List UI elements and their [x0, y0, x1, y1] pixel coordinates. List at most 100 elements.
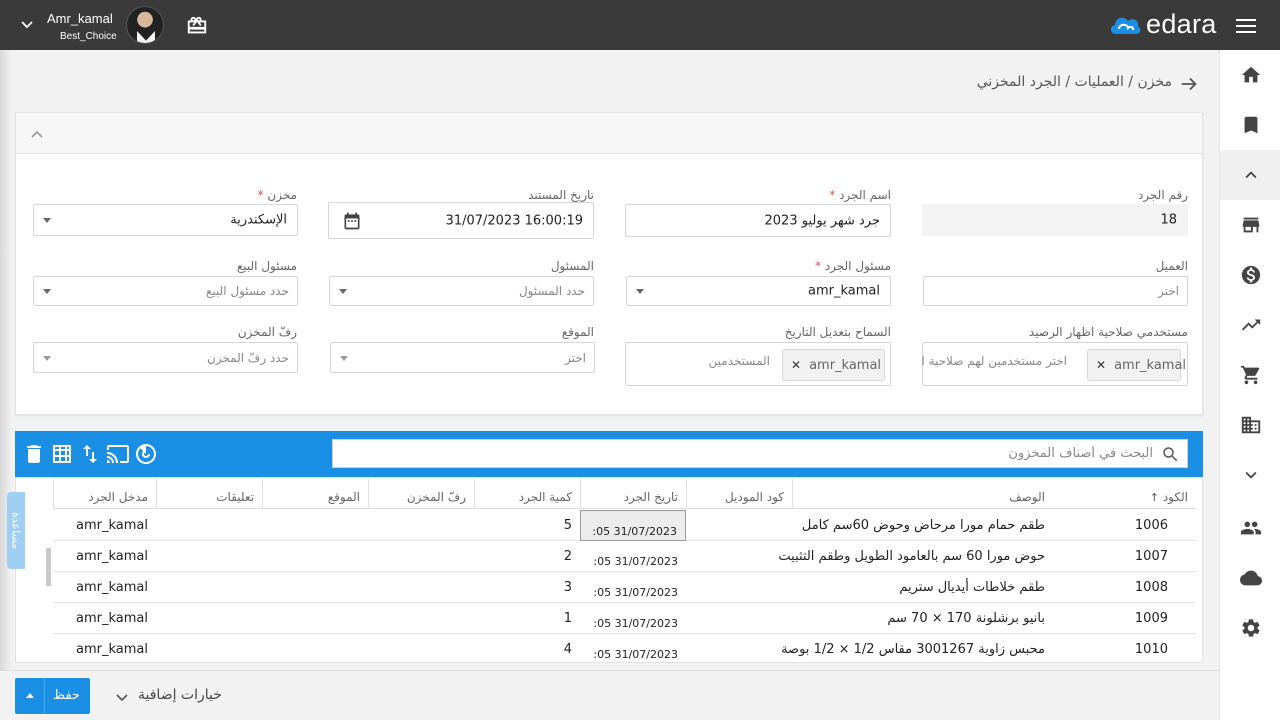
people-icon: [1240, 521, 1261, 535]
warehouse-select[interactable]: الإسكندرية: [33, 204, 298, 236]
help-tab[interactable]: مساعدة: [7, 492, 25, 569]
table-row[interactable]: 1010 محبس زاوية 3001267 مقاس 1/2 × 1/2 ب…: [53, 634, 1196, 662]
user-chip[interactable]: ✕ amr_kamal: [782, 349, 885, 381]
sidebar-scroll-down[interactable]: [1220, 450, 1280, 500]
remove-chip-icon[interactable]: ✕: [791, 358, 801, 372]
sidebar-item-company[interactable]: [1220, 400, 1280, 450]
remove-chip-icon[interactable]: ✕: [1096, 358, 1106, 372]
card-header: [16, 113, 1202, 154]
responsible-label: المسئول: [550, 259, 594, 273]
warehouse-label: مخزن *: [257, 188, 297, 202]
breadcrumb[interactable]: مخزن / العمليات / الجرد المخزني: [900, 74, 1172, 90]
trash-icon: [27, 445, 41, 463]
cart-icon: [1240, 365, 1259, 385]
table-row[interactable]: 1009 بانيو برشلونة 170 × 70 سم 31/07/202…: [53, 603, 1196, 634]
cloud-icon: [1239, 570, 1262, 586]
sidebar-item-settings[interactable]: [1220, 603, 1280, 653]
barcode-scan-button[interactable]: [134, 442, 158, 466]
table-row[interactable]: 1006 طقم حمام مورا مرحاض وحوض 60سم كامل …: [53, 510, 1196, 541]
responsible-select[interactable]: حدد المسئول: [329, 276, 594, 306]
sidebar-item-home[interactable]: [1220, 50, 1280, 100]
customer-select[interactable]: اختر: [923, 276, 1188, 306]
chevron-up-icon[interactable]: [30, 127, 44, 141]
save-dropdown-toggle[interactable]: [15, 678, 45, 714]
sidebar-item-users[interactable]: [1220, 503, 1280, 553]
count-manager-select[interactable]: amr_kamal: [626, 276, 891, 306]
chevron-down-icon[interactable]: [116, 691, 128, 703]
item-search-input[interactable]: [333, 440, 1159, 467]
left-edge-shadow: [0, 50, 12, 720]
sidebar-item-cloud[interactable]: [1220, 553, 1280, 603]
cast-button[interactable]: [106, 442, 130, 466]
sales-manager-label: مسئول البيع: [236, 259, 297, 273]
hamburger-menu-icon[interactable]: [1236, 18, 1256, 34]
table-grid-icon: [53, 445, 71, 463]
save-button[interactable]: حفظ: [15, 678, 90, 714]
col-header-qty[interactable]: كمية الجرد: [474, 478, 580, 509]
grid-scrollbar-handle[interactable]: [46, 548, 51, 586]
location-select[interactable]: اختر: [330, 342, 595, 373]
sidebar-item-reports[interactable]: [1220, 300, 1280, 350]
search-icon[interactable]: [1161, 445, 1179, 463]
chevron-down-icon: [1245, 471, 1256, 479]
arrow-right-icon[interactable]: [1178, 73, 1200, 95]
dropdown-caret-icon: [339, 289, 347, 294]
col-header-location[interactable]: الموقع: [262, 478, 368, 509]
col-header-model[interactable]: كود الموديل: [686, 478, 792, 509]
date-edit-label: السماح بتعديل التاريخ: [784, 325, 891, 339]
count-number-label: رقم الجرد: [1137, 188, 1188, 202]
count-name-input[interactable]: جرد شهر يوليو 2023: [625, 204, 891, 237]
date-edit-multiselect[interactable]: ✕ amr_kamal المستخدمين: [625, 342, 891, 386]
gear-icon: [1241, 619, 1260, 637]
sales-manager-select[interactable]: حدد مسئول البيع: [33, 276, 298, 306]
col-header-code[interactable]: الكود ↑: [1053, 478, 1196, 509]
sort-button[interactable]: [78, 442, 102, 466]
count-number-field: 18: [922, 204, 1188, 236]
balance-users-multiselect[interactable]: ✕ amr_kamal اختر مستخدمين لهم صلاحية ا: [921, 342, 1188, 386]
sort-asc-icon: ↑: [1149, 491, 1159, 504]
sidebar-item-store[interactable]: [1220, 200, 1280, 250]
grid-view-button[interactable]: [50, 442, 74, 466]
count-form-card: رقم الجرد اسم الجرد * تاريخ المستند مخزن…: [15, 112, 1203, 415]
top-bar: Amr_kamal Best_Choice edara: [0, 0, 1280, 50]
sidebar-item-sales[interactable]: [1220, 350, 1280, 400]
sidebar-item-bookmarks[interactable]: [1220, 100, 1280, 150]
user-chip[interactable]: ✕ amr_kamal: [1087, 349, 1186, 381]
balance-users-label: مستخدمي صلاحية اظهار الرصيد: [1028, 325, 1188, 339]
avatar[interactable]: [126, 6, 164, 44]
col-header-entered-by[interactable]: مدخل الجرد: [53, 478, 156, 509]
col-header-date[interactable]: تاريخ الجرد: [580, 478, 686, 509]
location-label: الموقع: [561, 325, 594, 339]
extra-options-button[interactable]: خيارات إضافية: [138, 687, 222, 703]
items-grid: الكود ↑ الوصف كود الموديل تاريخ الجرد كم…: [15, 477, 1203, 663]
store-icon: [1242, 217, 1259, 233]
count-name-label: اسم الجرد *: [829, 188, 891, 202]
user-name[interactable]: Amr_kamal: [47, 11, 113, 26]
col-header-shelf[interactable]: رفّ المخزن: [368, 478, 474, 509]
item-search-box: [332, 439, 1188, 468]
col-header-notes[interactable]: تعليقات: [156, 478, 262, 509]
dropdown-caret-icon: [43, 289, 51, 294]
user-company: Best_Choice: [60, 31, 117, 42]
gift-icon[interactable]: [186, 15, 208, 37]
doc-date-input[interactable]: 31/07/2023 16:00:19: [328, 202, 594, 239]
shelf-label: رفّ المخزن: [237, 325, 297, 339]
trending-up-icon: [1241, 319, 1260, 331]
dropdown-caret-icon: [636, 289, 644, 294]
doc-date-label: تاريخ المستند: [528, 188, 594, 202]
sidebar-item-finance[interactable]: [1220, 250, 1280, 300]
dropdown-caret-icon: [43, 355, 51, 361]
delete-button[interactable]: [22, 442, 46, 466]
table-row[interactable]: 1007 حوض مورا 60 سم بالعامود الطويل وطقم…: [53, 541, 1196, 572]
chevron-down-icon[interactable]: [20, 18, 34, 32]
sidebar-scroll-up[interactable]: [1220, 150, 1280, 200]
count-manager-label: مسئول الجرد *: [814, 259, 891, 273]
grid-header: الكود ↑ الوصف كود الموديل تاريخ الجرد كم…: [53, 478, 1196, 509]
calendar-icon[interactable]: [342, 211, 362, 231]
col-header-desc[interactable]: الوصف: [792, 478, 1053, 509]
items-toolbar: [15, 431, 1203, 477]
dropdown-caret-icon: [340, 355, 348, 361]
table-row[interactable]: 1008 طقم خلاطات أيديال ستريم 31/07/2023 …: [53, 572, 1196, 603]
shelf-select[interactable]: حدد رفّ المخزن: [33, 342, 298, 373]
scan-target-icon: [136, 444, 156, 464]
